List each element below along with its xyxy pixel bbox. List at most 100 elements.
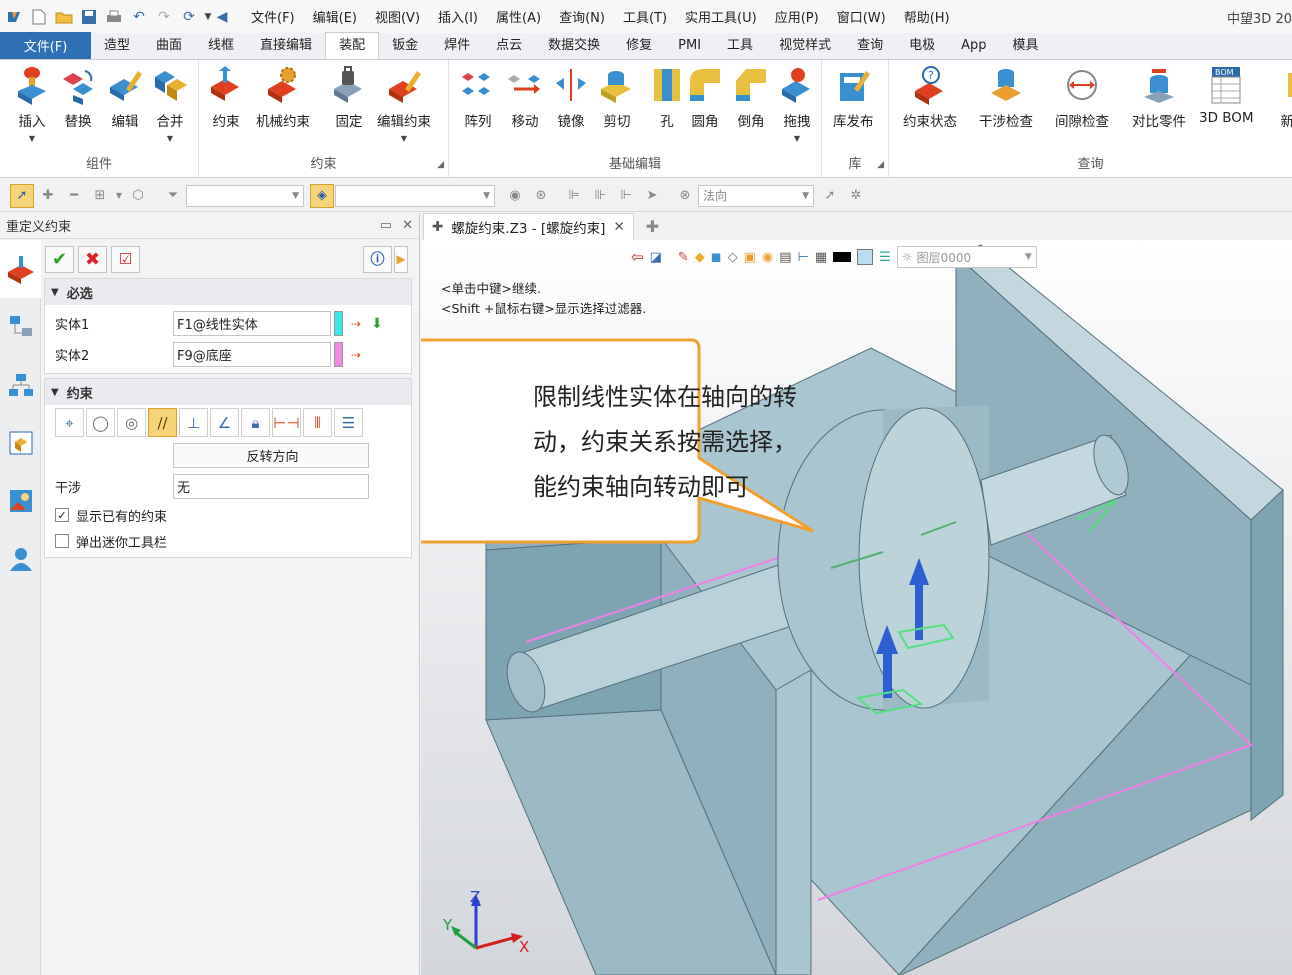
dialog-launcher-icon[interactable]: ◢ (437, 160, 444, 170)
align-center-icon[interactable]: ⊪ (588, 184, 612, 208)
menu-toggle-icon[interactable]: ◀ (216, 6, 228, 28)
open-file-icon[interactable] (53, 6, 75, 28)
menu-insert[interactable]: 插入(I) (429, 7, 487, 26)
parallel-constraint-icon[interactable]: ∕∕ (148, 408, 177, 437)
pattern-button[interactable]: 阵列 (458, 64, 498, 130)
hole-button[interactable]: 孔 (647, 64, 687, 130)
add-select-icon[interactable]: ✚ (36, 184, 60, 208)
dropdown-arrow-icon[interactable]: ▼ (114, 184, 124, 208)
tab-app[interactable]: App (948, 33, 999, 59)
library-publish-button[interactable]: 库发布 (833, 64, 874, 130)
panel-pin-icon[interactable]: ▭ (380, 218, 392, 233)
align-right-icon[interactable]: ⊩ (614, 184, 638, 208)
apply-button[interactable]: ☑ (111, 245, 140, 273)
tab-data-exchange[interactable]: 数据交换 (535, 33, 613, 59)
clearance-check-button[interactable]: 间隙检查 (1055, 64, 1109, 130)
tangent-constraint-icon[interactable]: ◯ (86, 408, 115, 437)
filter-icon[interactable]: ⏷ (161, 184, 185, 208)
new-tab-icon[interactable]: ✚ (646, 217, 659, 236)
lock-constraint-icon[interactable]: 🔒︎ (241, 408, 270, 437)
concentric-constraint-icon[interactable]: ◎ (117, 408, 146, 437)
menu-apps[interactable]: 应用(P) (766, 7, 828, 26)
entity-select[interactable]: ▼ (335, 184, 495, 207)
view-orient-icon[interactable]: ⊗ (673, 184, 697, 208)
mechanical-constraint-button[interactable]: 机械约束 (256, 64, 310, 130)
drag-button[interactable]: 拖拽 ▼ (777, 64, 817, 143)
constraint-status-button[interactable]: ? 约束状态 (903, 64, 957, 130)
tab-modeling[interactable]: 造型 (91, 33, 143, 59)
new-file-icon[interactable] (28, 6, 50, 28)
menu-help[interactable]: 帮助(H) (895, 7, 959, 26)
cursor-icon[interactable]: ➤ (640, 184, 664, 208)
chamfer-button[interactable]: 倒角 (731, 64, 771, 130)
tab-inquire[interactable]: 查询 (844, 33, 896, 59)
render-icon[interactable]: ◉ (762, 250, 773, 265)
wireframe-icon[interactable]: ◇ (728, 250, 738, 265)
file-tab[interactable]: 文件(F) (0, 32, 91, 59)
align-left-icon[interactable]: ⊫ (562, 184, 586, 208)
fillet-button[interactable]: 圆角 (685, 64, 725, 130)
fix-button[interactable]: 固定 (329, 64, 369, 130)
tab-electrode[interactable]: 电极 (896, 33, 948, 59)
perpendicular-constraint-icon[interactable]: ⊥ (179, 408, 208, 437)
filter-select[interactable]: ▼ (186, 184, 304, 207)
new-button[interactable]: 新建 (1274, 64, 1292, 130)
dialog-launcher-icon[interactable]: ◢ (877, 160, 884, 170)
view-cube-icon[interactable]: ◪ (650, 250, 662, 265)
entity1-field[interactable]: F1@线性实体 (173, 311, 331, 336)
show-existing-checkbox[interactable]: ✓ 显示已有的约束 (45, 502, 411, 528)
menu-tools[interactable]: 工具(T) (614, 7, 676, 26)
part-select-icon[interactable]: ◈ (310, 183, 334, 208)
coincident-constraint-icon[interactable]: ⌖ (55, 408, 84, 437)
required-section-header[interactable]: ▼ 必选 (45, 279, 411, 305)
exit-icon[interactable]: ⇦ (631, 248, 644, 266)
menu-edit[interactable]: 编辑(E) (304, 7, 366, 26)
save-icon[interactable] (78, 6, 100, 28)
disk-front[interactable] (858, 407, 990, 709)
tab-weldment[interactable]: 焊件 (431, 33, 483, 59)
interference-check-button[interactable]: 干涉检查 (979, 64, 1033, 130)
reverse-direction-button[interactable]: 反转方向 (173, 443, 369, 468)
print-icon[interactable] (103, 6, 125, 28)
move-button[interactable]: 移动 (505, 64, 545, 130)
tab-direct-edit[interactable]: 直接编辑 (247, 33, 325, 59)
tab-surface[interactable]: 曲面 (143, 33, 195, 59)
tab-pmi[interactable]: PMI (665, 33, 714, 59)
info-button[interactable]: ⓘ (363, 245, 392, 273)
tab-assembly[interactable]: 装配 (325, 32, 380, 59)
qa-dropdown-icon[interactable]: ▼ (203, 6, 213, 28)
entity2-field[interactable]: F9@底座 (173, 342, 331, 367)
popup-toolbar-checkbox[interactable]: 弹出迷你工具栏 (45, 528, 411, 554)
edit-component-button[interactable]: 编辑 (105, 64, 145, 130)
tab-mold[interactable]: 模具 (1000, 33, 1052, 59)
undo-icon[interactable]: ↶ (128, 6, 150, 28)
model-canvas[interactable] (421, 240, 1292, 975)
3d-bom-button[interactable]: BOM 3D BOM (1199, 64, 1254, 126)
measure-icon[interactable]: ✎ (678, 250, 689, 265)
entity-pick-icon[interactable]: ⇢ (351, 348, 361, 362)
close-tab-icon[interactable]: ✕ (613, 219, 624, 235)
insert-component-button[interactable]: 插入 ▼ (12, 64, 52, 143)
merge-component-button[interactable]: 合并 ▼ (150, 64, 190, 143)
sidebar-item-user[interactable] (0, 530, 41, 588)
ok-button[interactable]: ✔ (45, 245, 74, 273)
replace-component-button[interactable]: 替换 (58, 64, 98, 130)
color-light-icon[interactable] (857, 249, 874, 265)
sidebar-item-constraint[interactable] (0, 240, 41, 298)
settings-icon[interactable]: ✲ (844, 184, 868, 208)
tab-wireframe[interactable]: 线框 (195, 33, 247, 59)
layer-select[interactable]: ☼ 图层0000 ▼ (896, 246, 1037, 268)
tab-repair[interactable]: 修复 (613, 33, 665, 59)
pointer-icon[interactable]: ➚ (818, 184, 842, 208)
color-black-icon[interactable] (833, 252, 852, 262)
remove-select-icon[interactable]: ━ (62, 184, 86, 208)
cancel-button[interactable]: ✖ (78, 245, 107, 273)
sidebar-item-view[interactable] (0, 414, 41, 472)
3d-viewport[interactable]: ⇦ ◪ ✎ ◆ ◼ ◇ ▣ ◉ ▤ ⊢ ▦ ☰ ☼ 图层0000 ▼ <单击中键… (421, 240, 1292, 975)
display-icon[interactable]: ▦ (815, 250, 827, 265)
select-pointer-icon[interactable]: ➚ (10, 183, 34, 208)
tab-sheetmetal[interactable]: 钣金 (379, 33, 431, 59)
menu-file[interactable]: 文件(F) (242, 7, 304, 26)
box-view-icon[interactable]: ▣ (744, 250, 756, 265)
mirror-button[interactable]: 镜像 (551, 64, 591, 130)
